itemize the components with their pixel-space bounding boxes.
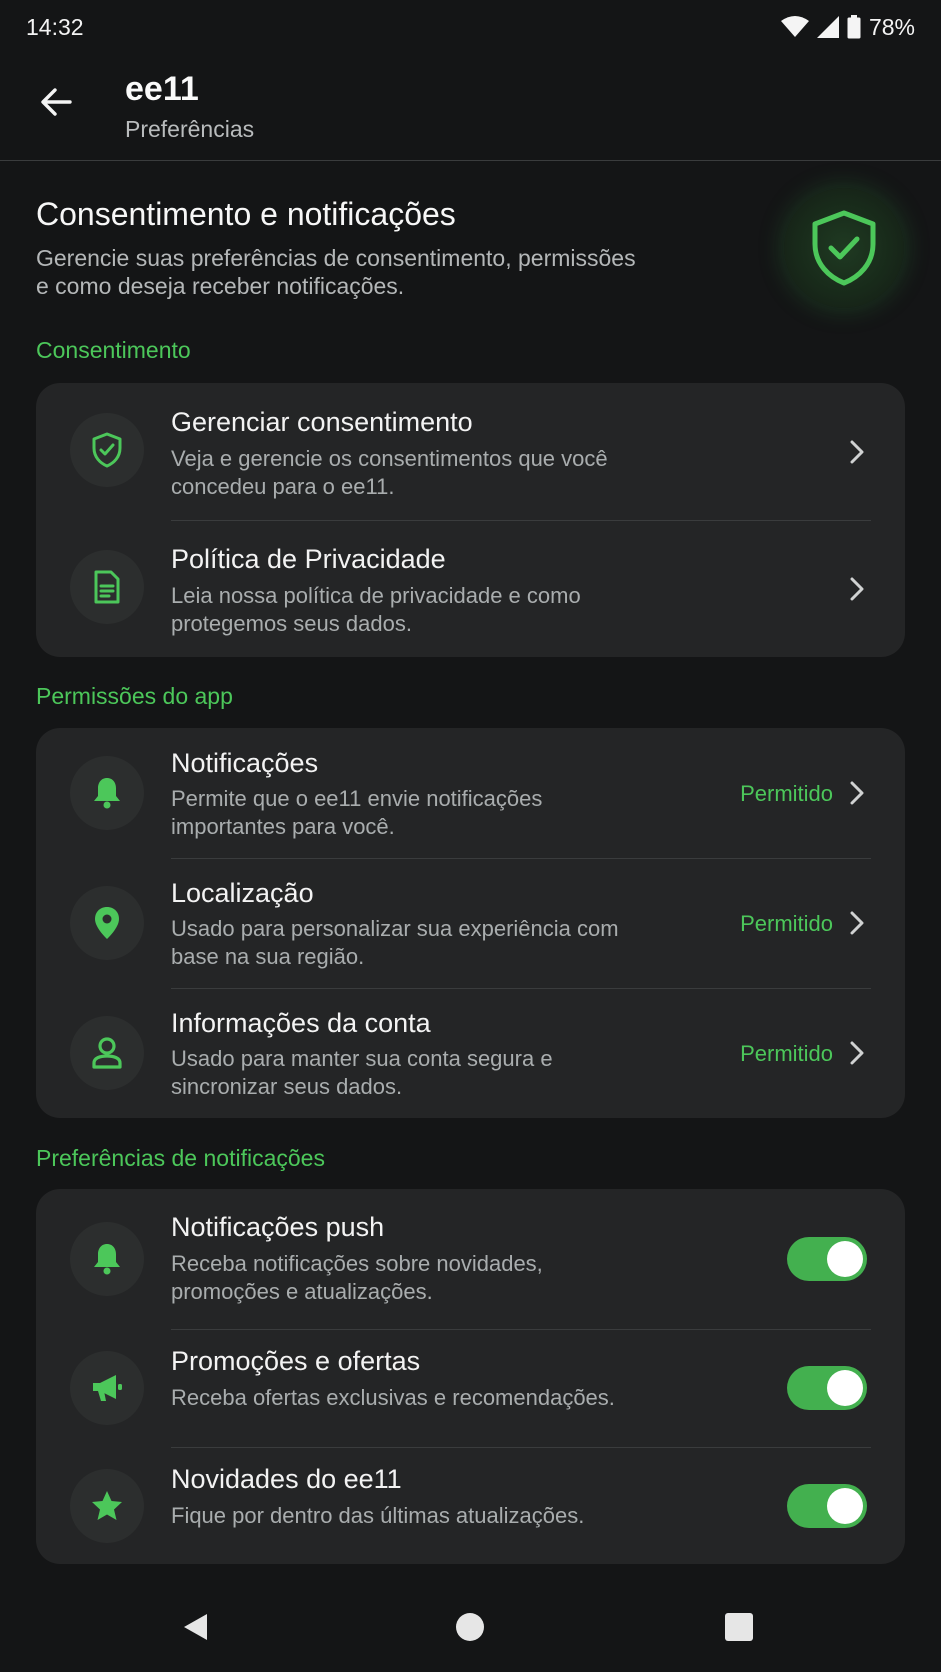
nav-back-button[interactable] — [171, 1602, 221, 1652]
permissions-card: Notificações Permite que o ee11 envie no… — [36, 728, 905, 1118]
row-title: Notificações — [171, 748, 319, 778]
page-title: Consentimento e notificações — [36, 196, 456, 232]
chevron-right-icon — [845, 574, 869, 604]
row-title: Promoções e ofertas — [171, 1346, 421, 1376]
row-title: Localização — [171, 878, 314, 908]
toggle-knob — [827, 1370, 863, 1406]
shield-check-icon — [812, 210, 876, 286]
star-icon — [92, 1491, 122, 1520]
shield-check-icon — [92, 432, 122, 468]
row-title: Política de Privacidade — [171, 544, 446, 574]
app-subtitle: Preferências — [125, 116, 255, 142]
list-item-notifications[interactable]: Notificações Permite que o ee11 envie no… — [36, 728, 905, 858]
row-description: Receba notificações sobre novidades, pro… — [171, 1251, 543, 1304]
section-label-permissions: Permissões do app — [36, 683, 233, 709]
back-button[interactable] — [34, 80, 78, 124]
megaphone-icon — [93, 1375, 122, 1401]
row-icon-container — [70, 886, 144, 960]
section-label-consent: Consentimento — [36, 337, 191, 363]
chevron-right-icon — [845, 778, 869, 808]
status-bar: 14:32 78% — [0, 0, 941, 54]
signal-icon — [816, 16, 839, 38]
row-title: Informações da conta — [171, 1008, 431, 1038]
row-title: Novidades do ee11 — [171, 1464, 402, 1494]
battery-percent: 78% — [868, 13, 915, 40]
list-item-promotions[interactable]: Promoções e ofertas Receba ofertas exclu… — [36, 1329, 905, 1447]
row-icon-container — [70, 756, 144, 830]
list-item-manage-consent[interactable]: Gerenciar consentimento Veja e gerencie … — [36, 383, 905, 520]
toggle-knob — [827, 1241, 863, 1277]
row-description: Fique por dentro das últimas atualizaçõe… — [171, 1503, 585, 1528]
location-pin-icon — [95, 907, 119, 939]
row-description: Usado para manter sua conta segura e sin… — [171, 1046, 553, 1099]
triangle-back-icon — [184, 1614, 207, 1640]
row-description: Receba ofertas exclusivas e recomendaçõe… — [171, 1385, 615, 1410]
section-label-notifications: Preferências de notificações — [36, 1145, 325, 1171]
bell-icon — [94, 778, 120, 809]
list-item-account-info[interactable]: Informações da conta Usado para manter s… — [36, 988, 905, 1118]
promotions-toggle[interactable] — [787, 1366, 867, 1410]
consent-card: Gerenciar consentimento Veja e gerencie … — [36, 383, 905, 657]
square-recents-icon — [725, 1613, 753, 1641]
row-icon-container — [70, 1222, 144, 1296]
notifications-card: Notificações push Receba notificações so… — [36, 1189, 905, 1564]
bell-icon — [94, 1244, 120, 1275]
row-description: Leia nossa política de privacidade e com… — [171, 583, 581, 636]
document-icon — [94, 570, 120, 604]
row-title: Gerenciar consentimento — [171, 407, 473, 437]
page-description: Gerencie suas preferências de consentime… — [36, 245, 636, 299]
row-icon-container — [70, 1016, 144, 1090]
wifi-icon — [780, 16, 809, 37]
system-nav-bar — [0, 1580, 941, 1672]
status-badge: Permitido — [740, 911, 833, 936]
person-icon — [92, 1037, 122, 1069]
row-description: Usado para personalizar sua experiência … — [171, 916, 619, 969]
row-description: Permite que o ee11 envie notificações im… — [171, 786, 543, 839]
list-item-location[interactable]: Localização Usado para personalizar sua … — [36, 858, 905, 988]
list-item-push-notifications[interactable]: Notificações push Receba notificações so… — [36, 1189, 905, 1329]
nav-recents-button[interactable] — [714, 1602, 764, 1652]
nav-home-button[interactable] — [445, 1602, 495, 1652]
list-item-privacy-policy[interactable]: Política de Privacidade Leia nossa polít… — [36, 520, 905, 657]
chevron-right-icon — [845, 908, 869, 938]
chevron-right-icon — [845, 1038, 869, 1068]
ee11-news-toggle[interactable] — [787, 1484, 867, 1528]
arrow-left-icon — [41, 88, 72, 116]
toggle-knob — [827, 1488, 863, 1524]
row-icon-container — [70, 413, 144, 487]
status-icons: 78% — [780, 13, 915, 41]
list-item-ee11-news[interactable]: Novidades do ee11 Fique por dentro das ú… — [36, 1447, 905, 1564]
row-icon-container — [70, 550, 144, 624]
status-badge: Permitido — [740, 1041, 833, 1066]
row-icon-container — [70, 1351, 144, 1425]
app-title: ee11 — [125, 70, 199, 108]
status-badge: Permitido — [740, 781, 833, 806]
row-description: Veja e gerencie os consentimentos que vo… — [171, 446, 608, 499]
row-title: Notificações push — [171, 1212, 385, 1242]
chevron-right-icon — [845, 437, 869, 467]
app-bar: ee11 Preferências — [0, 54, 941, 161]
push-notifications-toggle[interactable] — [787, 1237, 867, 1281]
battery-icon — [847, 15, 861, 39]
row-icon-container — [70, 1469, 144, 1543]
circle-home-icon — [456, 1613, 484, 1641]
shield-badge — [784, 188, 904, 308]
status-time: 14:32 — [26, 13, 84, 40]
